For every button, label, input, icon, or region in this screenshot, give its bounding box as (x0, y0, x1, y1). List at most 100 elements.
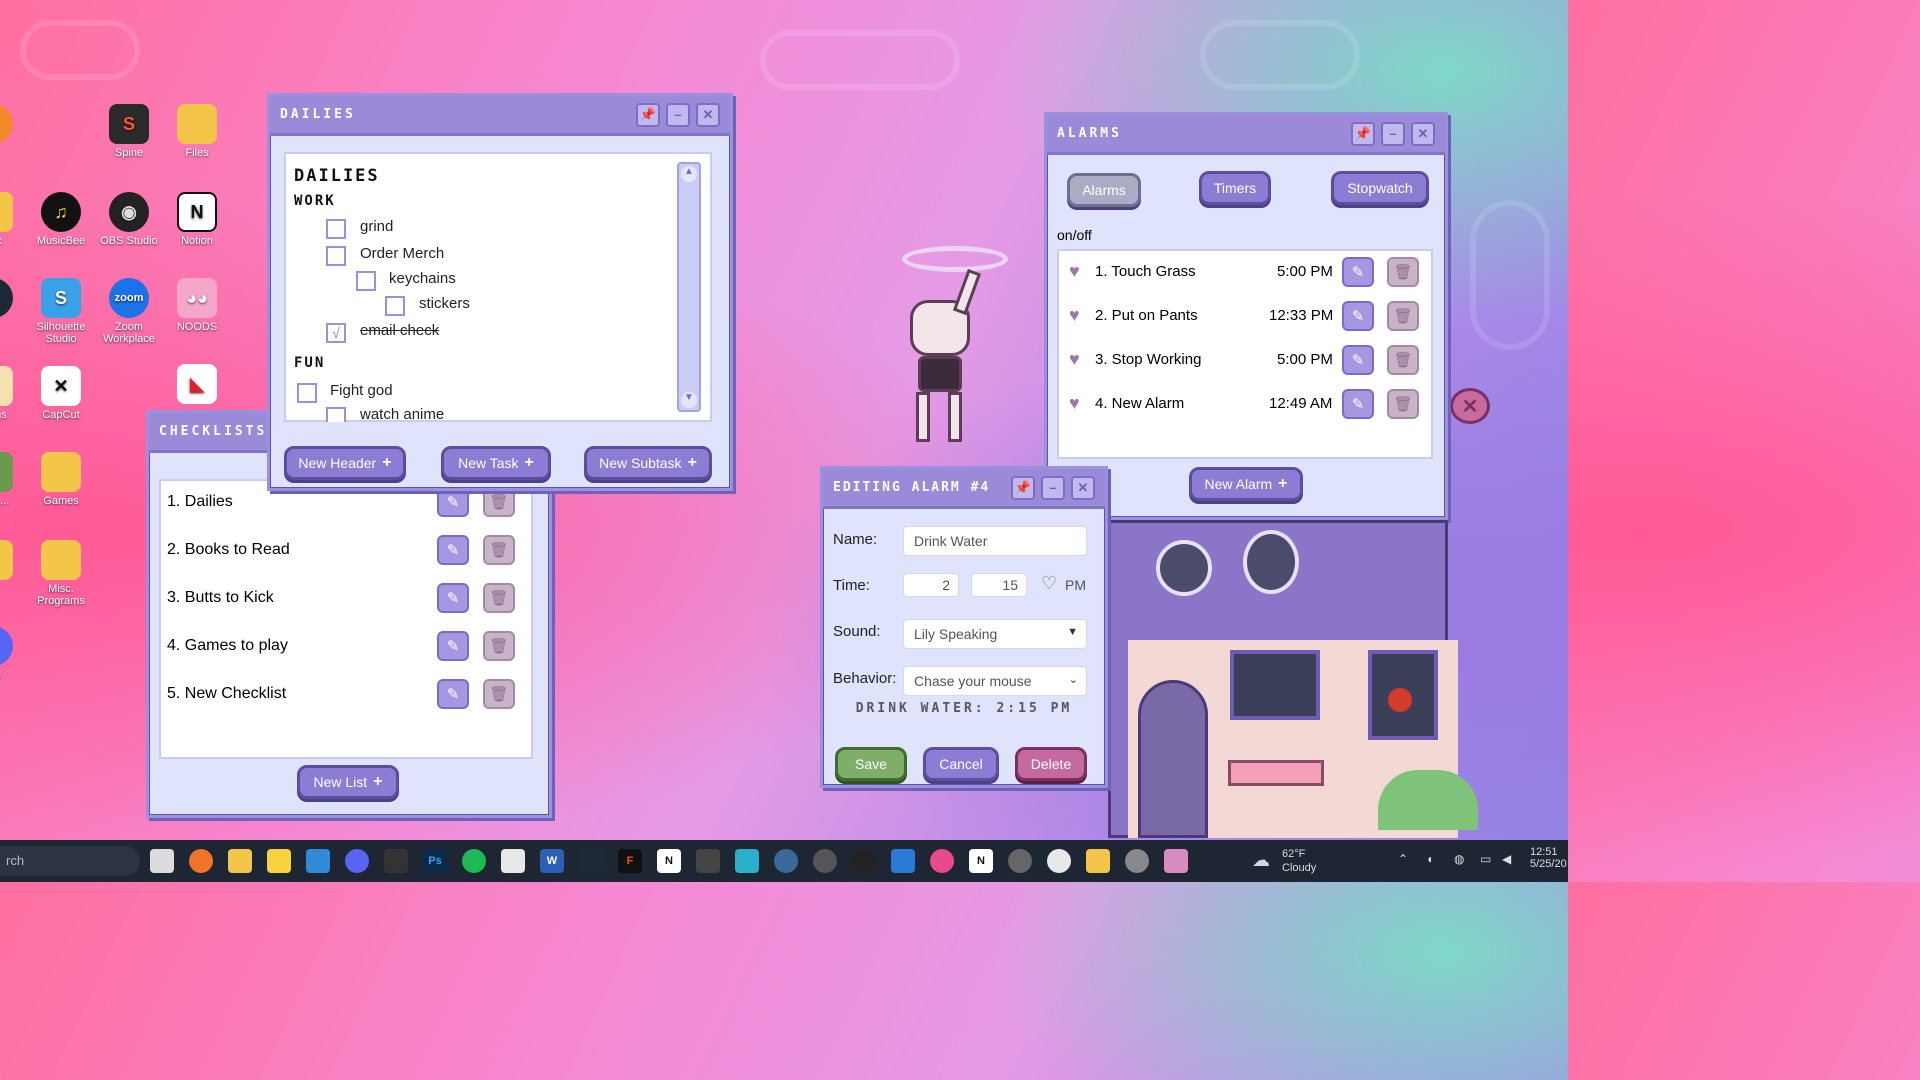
notion-icon[interactable]: N (969, 849, 993, 873)
tab-stopwatch[interactable]: Stopwatch (1331, 171, 1429, 205)
desktop-icon-edge[interactable]: ord (0, 626, 16, 681)
desktop-icon-zoom[interactable]: zoom Zoom Workplace (96, 278, 162, 345)
trash-icon[interactable]: 🗑 (483, 535, 515, 565)
snipping-tool-icon[interactable] (501, 849, 525, 873)
desktop-icon-misc-programs[interactable]: Misc. Programs (28, 540, 94, 607)
music-icon[interactable] (930, 849, 954, 873)
edit-icon[interactable]: ✎ (1342, 301, 1374, 331)
edit-icon[interactable]: ✎ (437, 487, 469, 517)
alarms-titlebar[interactable]: ALARMS 📌 – ✕ (1047, 115, 1445, 155)
heart-toggle-icon[interactable]: ♥ (1069, 349, 1080, 370)
photoshop-icon[interactable]: Ps (423, 849, 447, 873)
save-button[interactable]: Save (835, 747, 907, 781)
tab-timers[interactable]: Timers (1199, 171, 1271, 205)
edit-icon[interactable]: ✎ (437, 583, 469, 613)
close-icon[interactable]: ✕ (1071, 475, 1095, 500)
photos-icon[interactable] (306, 849, 330, 873)
desktop-icon-noods[interactable]: ◕◕ NOODS (164, 278, 230, 333)
desktop-icon-notion[interactable]: N Notion (164, 192, 230, 247)
close-icon[interactable]: ✕ (1450, 388, 1490, 424)
alarm-name-input[interactable]: Drink Water (903, 526, 1087, 556)
pin-icon[interactable]: 📌 (1011, 475, 1035, 500)
list-item[interactable]: 4. Games to play (167, 637, 288, 655)
desktop-icon-edge[interactable]: box (0, 192, 16, 247)
app-icon[interactable] (1008, 849, 1032, 873)
minimize-icon[interactable]: – (1041, 475, 1065, 500)
cancel-button[interactable]: Cancel (923, 747, 999, 781)
hour-stepper[interactable]: 2 (903, 573, 959, 597)
trash-icon[interactable]: 🗑 (1387, 345, 1419, 375)
ampm-heart-icon[interactable]: ♡ (1041, 573, 1057, 594)
display-icon[interactable]: ▭ (1480, 852, 1491, 866)
trash-icon[interactable]: 🗑 (483, 631, 515, 661)
new-alarm-button[interactable]: New Alarm + (1189, 467, 1303, 501)
trash-icon[interactable]: 🗑 (1387, 301, 1419, 331)
volume-icon[interactable]: ◀ (1502, 852, 1511, 866)
trash-icon[interactable]: 🗑 (483, 487, 515, 517)
desktop-icon-spine[interactable]: S Spine (96, 104, 162, 159)
weather-widget[interactable]: ☁ 62°F Cloudy (1252, 846, 1362, 876)
obs-icon[interactable] (852, 849, 876, 873)
close-icon[interactable]: ✕ (696, 102, 720, 127)
desktop-icon-edge[interactable]: tterns (0, 366, 16, 421)
new-header-button[interactable]: New Header + (284, 446, 406, 480)
chevron-up-icon[interactable]: ⌃ (1398, 852, 1408, 866)
desktop-icon-edge[interactable]: er (0, 540, 16, 595)
scrollbar[interactable]: ▲ ▼ (677, 162, 701, 412)
desktop-icon-games[interactable]: Games (28, 452, 94, 507)
edit-icon[interactable]: ✎ (437, 535, 469, 565)
edit-icon[interactable]: ✎ (437, 679, 469, 709)
edit-icon[interactable]: ✎ (1342, 389, 1374, 419)
task-checkbox[interactable] (326, 246, 346, 266)
tab-alarms[interactable]: Alarms (1067, 173, 1141, 207)
task-view-icon[interactable] (150, 849, 174, 873)
trash-icon[interactable]: 🗑 (483, 679, 515, 709)
noods-icon[interactable] (1164, 849, 1188, 873)
edit-icon[interactable]: ✎ (1342, 345, 1374, 375)
trash-icon[interactable]: 🗑 (1387, 389, 1419, 419)
subtask-checkbox[interactable] (385, 296, 405, 316)
task-checkbox[interactable] (326, 219, 346, 239)
chrome-icon[interactable] (1047, 849, 1071, 873)
scroll-down-icon[interactable]: ▼ (681, 392, 697, 408)
desktop-icon-edge[interactable]: ox (0, 104, 16, 159)
editing-alarm-titlebar[interactable]: EDITING ALARM #4 📌 – ✕ (823, 469, 1105, 509)
minute-stepper[interactable]: 15 (971, 573, 1027, 597)
app-icon[interactable] (735, 849, 759, 873)
pin-icon[interactable]: 📌 (636, 102, 660, 127)
desktop-icon-obs[interactable]: ◉ OBS Studio (96, 192, 162, 247)
settings-icon[interactable] (1125, 849, 1149, 873)
trash-icon[interactable]: 🗑 (483, 583, 515, 613)
subtask-checkbox[interactable] (356, 271, 376, 291)
list-item[interactable]: 1. Dailies (167, 493, 233, 511)
word-icon[interactable]: W (540, 849, 564, 873)
desktop-icon-mirrors[interactable]: ◣ (164, 364, 230, 407)
app-icon[interactable] (1086, 849, 1110, 873)
firefox-icon[interactable] (189, 849, 213, 873)
app-icon[interactable] (813, 849, 837, 873)
sound-select[interactable]: Lily Speaking ▼ (903, 619, 1087, 649)
dailies-titlebar[interactable]: DAILIES 📌 – ✕ (270, 96, 730, 136)
behavior-select[interactable]: Chase your mouse ⌄ (903, 666, 1087, 696)
notion-icon[interactable]: N (657, 849, 681, 873)
app-icon[interactable] (696, 849, 720, 873)
desktop-icon-files[interactable]: Files (164, 104, 230, 159)
desktop-icon-edge[interactable]: m (0, 278, 16, 333)
task-checkbox[interactable] (297, 383, 317, 403)
spotify-icon[interactable] (462, 849, 486, 873)
network-icon[interactable]: ◍ (1454, 852, 1464, 866)
steam-icon[interactable] (579, 849, 603, 873)
edit-icon[interactable]: ✎ (1342, 257, 1374, 287)
minimize-icon[interactable]: – (666, 102, 690, 127)
delete-button[interactable]: Delete (1015, 747, 1087, 781)
file-explorer-icon[interactable] (228, 849, 252, 873)
heart-toggle-icon[interactable]: ♥ (1069, 305, 1080, 326)
new-task-button[interactable]: New Task + (441, 446, 551, 480)
task-checkbox[interactable] (326, 407, 346, 422)
microphone-icon[interactable]: ◖ (1426, 852, 1433, 866)
scroll-up-icon[interactable]: ▲ (681, 166, 697, 182)
ampm-toggle[interactable]: PM (1065, 577, 1086, 593)
pixel-character[interactable] (880, 240, 1010, 460)
heart-toggle-icon[interactable]: ♥ (1069, 393, 1080, 414)
desktop-icon-silhouette[interactable]: S Silhouette Studio (28, 278, 94, 345)
